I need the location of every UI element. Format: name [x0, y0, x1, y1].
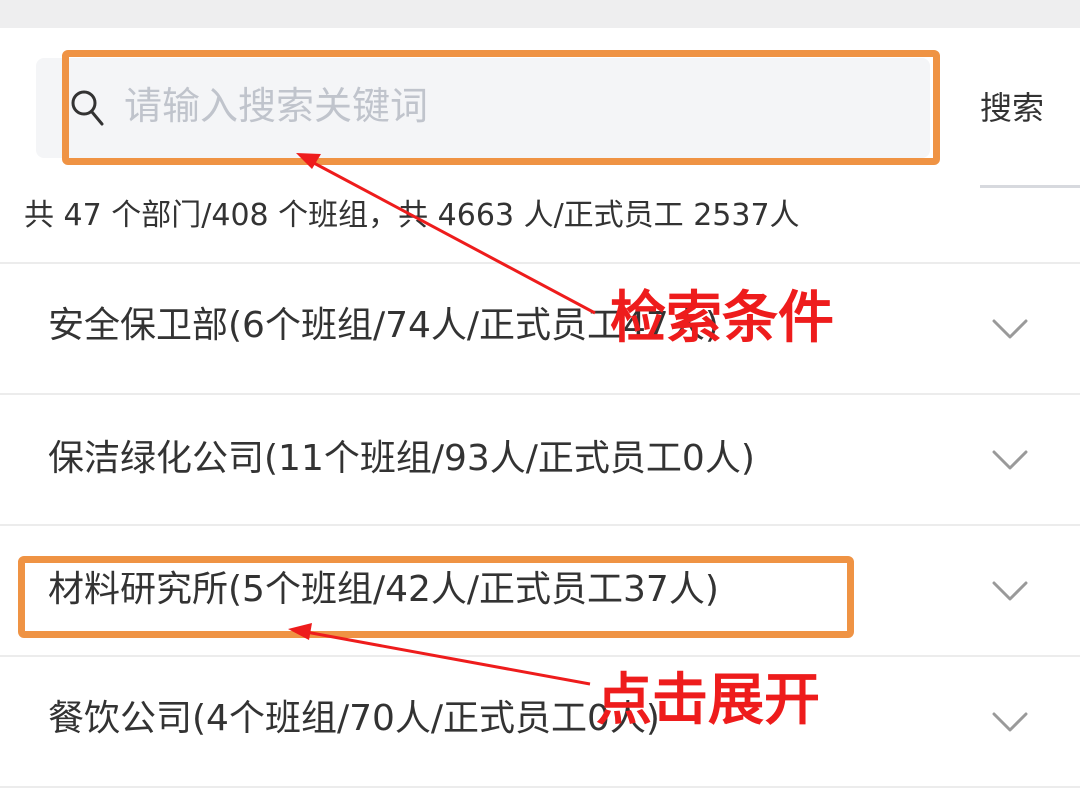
chevron-down-icon[interactable] — [990, 578, 1030, 604]
department-label: 保洁绿化公司(11个班组/93人/正式员工0人) — [48, 438, 755, 479]
annotation-search-condition: 检索条件 — [610, 286, 834, 351]
divider — [0, 786, 1080, 788]
department-row[interactable]: 餐饮公司(4个班组/70人/正式员工0人) — [0, 657, 1080, 787]
department-label: 餐饮公司(4个班组/70人/正式员工0人) — [48, 698, 660, 739]
summary-text: 共 47 个部门/408 个班组，共 4663 人/正式员工 2537人 — [24, 198, 800, 233]
department-row[interactable]: 安全保卫部(6个班组/74人/正式员工47人) — [0, 264, 1080, 394]
search-highlight-box — [62, 50, 940, 165]
search-button[interactable]: 搜索 — [980, 78, 1080, 138]
chevron-down-icon[interactable] — [990, 316, 1030, 342]
search-button-underline — [980, 185, 1080, 188]
status-bar-strip — [0, 0, 1080, 28]
department-row[interactable]: 保洁绿化公司(11个班组/93人/正式员工0人) — [0, 395, 1080, 525]
chevron-down-icon[interactable] — [990, 447, 1030, 473]
department-highlight-box — [18, 556, 854, 638]
chevron-down-icon[interactable] — [990, 709, 1030, 735]
annotation-click-expand: 点击展开 — [596, 668, 820, 733]
